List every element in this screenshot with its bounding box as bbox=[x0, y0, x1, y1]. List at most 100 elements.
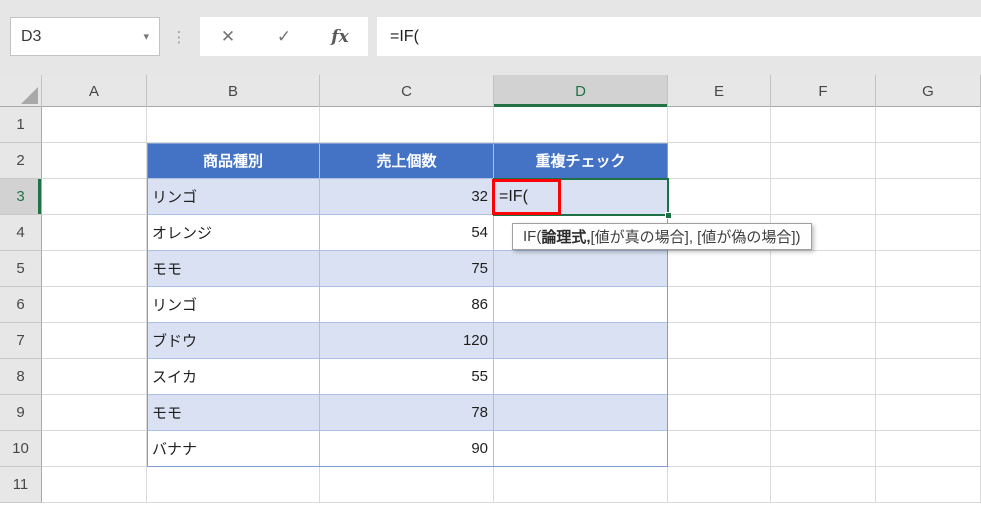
column-header-C[interactable]: C bbox=[320, 75, 494, 107]
cell-A4[interactable] bbox=[42, 215, 147, 251]
cell-B11[interactable] bbox=[147, 467, 320, 503]
cell-B6[interactable]: リンゴ bbox=[147, 287, 320, 323]
cell-A10[interactable] bbox=[42, 431, 147, 467]
cell-G6[interactable] bbox=[876, 287, 981, 323]
cell-E5[interactable] bbox=[668, 251, 771, 287]
cell-E7[interactable] bbox=[668, 323, 771, 359]
cell-G5[interactable] bbox=[876, 251, 981, 287]
cell-D7[interactable] bbox=[494, 323, 668, 359]
cell-F5[interactable] bbox=[771, 251, 876, 287]
cell-B5[interactable]: モモ bbox=[147, 251, 320, 287]
corner-triangle-icon bbox=[21, 87, 38, 104]
cell-D10[interactable] bbox=[494, 431, 668, 467]
cell-B2-table-header[interactable]: 商品種別 bbox=[147, 143, 320, 179]
cell-B9[interactable]: モモ bbox=[147, 395, 320, 431]
name-box[interactable]: D3 ▾ bbox=[10, 17, 160, 56]
cell-G3[interactable] bbox=[876, 179, 981, 215]
cell-F1[interactable] bbox=[771, 107, 876, 143]
cell-B3[interactable]: リンゴ bbox=[147, 179, 320, 215]
cell-E3[interactable] bbox=[668, 179, 771, 215]
cell-E11[interactable] bbox=[668, 467, 771, 503]
fill-handle[interactable] bbox=[665, 212, 672, 219]
cell-C2-table-header[interactable]: 売上個数 bbox=[320, 143, 494, 179]
cell-G9[interactable] bbox=[876, 395, 981, 431]
cell-A2[interactable] bbox=[42, 143, 147, 179]
cell-D11[interactable] bbox=[494, 467, 668, 503]
cell-A9[interactable] bbox=[42, 395, 147, 431]
cancel-icon[interactable]: ✕ bbox=[208, 21, 248, 53]
row-header-11[interactable]: 11 bbox=[0, 467, 42, 503]
cell-F9[interactable] bbox=[771, 395, 876, 431]
cell-B4[interactable]: オレンジ bbox=[147, 215, 320, 251]
cell-F7[interactable] bbox=[771, 323, 876, 359]
cell-D5[interactable] bbox=[494, 251, 668, 287]
cell-B7[interactable]: ブドウ bbox=[147, 323, 320, 359]
cell-G10[interactable] bbox=[876, 431, 981, 467]
cell-F2[interactable] bbox=[771, 143, 876, 179]
row-header-3-selected[interactable]: 3 bbox=[0, 179, 42, 215]
column-header-A[interactable]: A bbox=[42, 75, 147, 107]
cell-D6[interactable] bbox=[494, 287, 668, 323]
cell-A3[interactable] bbox=[42, 179, 147, 215]
cell-C7[interactable]: 120 bbox=[320, 323, 494, 359]
cell-C1[interactable] bbox=[320, 107, 494, 143]
cell-C5[interactable]: 75 bbox=[320, 251, 494, 287]
enter-icon[interactable]: ✓ bbox=[264, 21, 304, 53]
cell-B8[interactable]: スイカ bbox=[147, 359, 320, 395]
formula-bar[interactable]: =IF( bbox=[377, 17, 981, 56]
cell-D2-table-header[interactable]: 重複チェック bbox=[494, 143, 668, 179]
cell-E9[interactable] bbox=[668, 395, 771, 431]
column-header-D-selected[interactable]: D bbox=[494, 75, 668, 107]
cell-C6[interactable]: 86 bbox=[320, 287, 494, 323]
cell-A6[interactable] bbox=[42, 287, 147, 323]
select-all-corner[interactable] bbox=[0, 75, 42, 107]
row-header-5[interactable]: 5 bbox=[0, 251, 42, 287]
cell-G8[interactable] bbox=[876, 359, 981, 395]
cell-C9[interactable]: 78 bbox=[320, 395, 494, 431]
cell-E2[interactable] bbox=[668, 143, 771, 179]
cell-D1[interactable] bbox=[494, 107, 668, 143]
row-header-4[interactable]: 4 bbox=[0, 215, 42, 251]
cell-G4[interactable] bbox=[876, 215, 981, 251]
column-header-F[interactable]: F bbox=[771, 75, 876, 107]
cell-G11[interactable] bbox=[876, 467, 981, 503]
row-header-2[interactable]: 2 bbox=[0, 143, 42, 179]
cell-F10[interactable] bbox=[771, 431, 876, 467]
cell-C11[interactable] bbox=[320, 467, 494, 503]
row-header-6[interactable]: 6 bbox=[0, 287, 42, 323]
column-header-G[interactable]: G bbox=[876, 75, 981, 107]
cell-F6[interactable] bbox=[771, 287, 876, 323]
insert-function-icon[interactable]: fx bbox=[320, 21, 360, 53]
cell-B1[interactable] bbox=[147, 107, 320, 143]
cell-A5[interactable] bbox=[42, 251, 147, 287]
row-header-10[interactable]: 10 bbox=[0, 431, 42, 467]
cell-A8[interactable] bbox=[42, 359, 147, 395]
cell-D9[interactable] bbox=[494, 395, 668, 431]
cell-F8[interactable] bbox=[771, 359, 876, 395]
cell-C8[interactable]: 55 bbox=[320, 359, 494, 395]
cell-C4[interactable]: 54 bbox=[320, 215, 494, 251]
cell-G1[interactable] bbox=[876, 107, 981, 143]
cell-F3[interactable] bbox=[771, 179, 876, 215]
column-header-B[interactable]: B bbox=[147, 75, 320, 107]
cell-F11[interactable] bbox=[771, 467, 876, 503]
cell-G2[interactable] bbox=[876, 143, 981, 179]
cell-A1[interactable] bbox=[42, 107, 147, 143]
column-header-E[interactable]: E bbox=[668, 75, 771, 107]
name-box-dropdown-icon[interactable]: ▾ bbox=[143, 30, 159, 43]
cell-E6[interactable] bbox=[668, 287, 771, 323]
row-header-8[interactable]: 8 bbox=[0, 359, 42, 395]
cell-E8[interactable] bbox=[668, 359, 771, 395]
cell-C3[interactable]: 32 bbox=[320, 179, 494, 215]
cell-A7[interactable] bbox=[42, 323, 147, 359]
row-header-9[interactable]: 9 bbox=[0, 395, 42, 431]
cell-B10[interactable]: バナナ bbox=[147, 431, 320, 467]
row-header-1[interactable]: 1 bbox=[0, 107, 42, 143]
cell-A11[interactable] bbox=[42, 467, 147, 503]
cell-E1[interactable] bbox=[668, 107, 771, 143]
cell-D8[interactable] bbox=[494, 359, 668, 395]
cell-E10[interactable] bbox=[668, 431, 771, 467]
row-header-7[interactable]: 7 bbox=[0, 323, 42, 359]
cell-G7[interactable] bbox=[876, 323, 981, 359]
cell-C10[interactable]: 90 bbox=[320, 431, 494, 467]
